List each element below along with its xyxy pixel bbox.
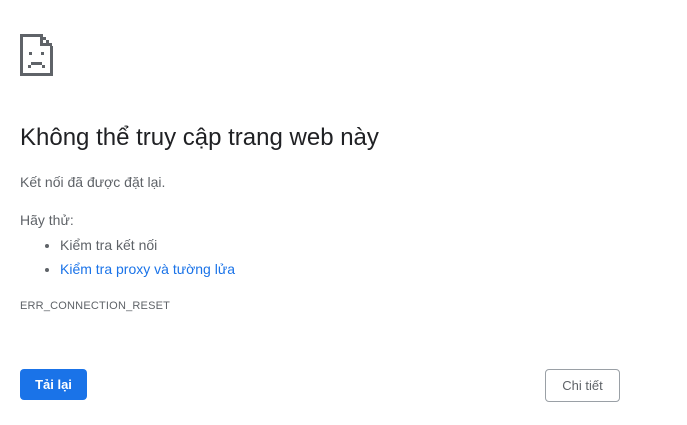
suggestion-label: Kiểm tra kết nối [60,237,158,253]
error-code: ERR_CONNECTION_RESET [20,300,171,312]
check-proxy-firewall-link[interactable]: Kiểm tra proxy và tường lửa [60,261,235,277]
suggestion-check-proxy-firewall[interactable]: Kiểm tra proxy và tường lửa [60,257,235,281]
suggestions-list: Kiểm tra kết nối Kiểm tra proxy và tường… [20,233,235,281]
error-summary: Kết nối đã được đặt lại. [20,174,166,190]
suggestions-heading: Hãy thử: [20,212,74,228]
details-button[interactable]: Chi tiết [545,369,620,402]
sad-page-icon [20,34,53,76]
page-title: Không thể truy cập trang web này [20,124,379,151]
suggestion-check-connection: Kiểm tra kết nối [60,233,235,257]
reload-button[interactable]: Tải lại [20,369,87,400]
